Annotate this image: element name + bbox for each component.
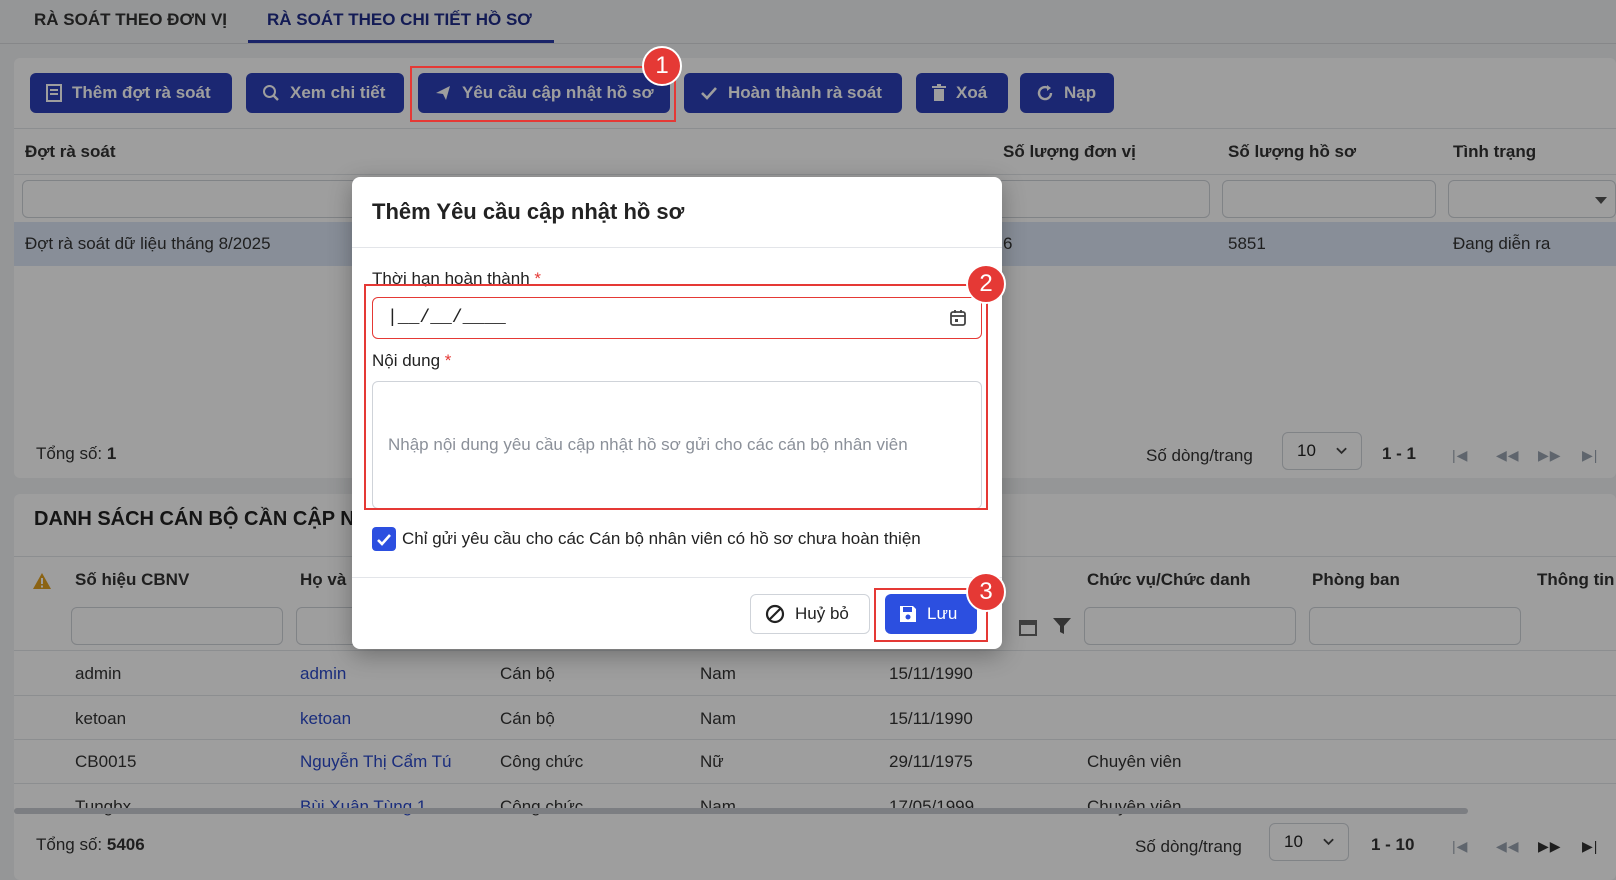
incomplete-only-checkbox[interactable] <box>372 527 396 551</box>
cancel-label: Huỷ bỏ <box>795 604 849 623</box>
ban-icon <box>765 604 785 624</box>
page: RÀ SOÁT THEO ĐƠN VỊ RÀ SOÁT THEO CHI TIẾ… <box>0 0 1616 880</box>
step-badge-2: 2 <box>966 264 1006 304</box>
check-icon <box>377 533 391 546</box>
dialog-header-divider <box>352 247 1002 248</box>
incomplete-only-label: Chỉ gửi yêu cầu cho các Cán bộ nhân viên… <box>402 529 921 548</box>
dialog-footer-divider <box>352 577 1002 578</box>
step-badge-3: 3 <box>966 572 1006 612</box>
cancel-button[interactable]: Huỷ bỏ <box>750 594 870 634</box>
highlight-form-fields <box>364 284 988 510</box>
step-badge-1: 1 <box>642 46 682 86</box>
dialog-title: Thêm Yêu cầu cập nhật hồ sơ <box>372 199 685 224</box>
highlight-request-button <box>410 66 676 122</box>
